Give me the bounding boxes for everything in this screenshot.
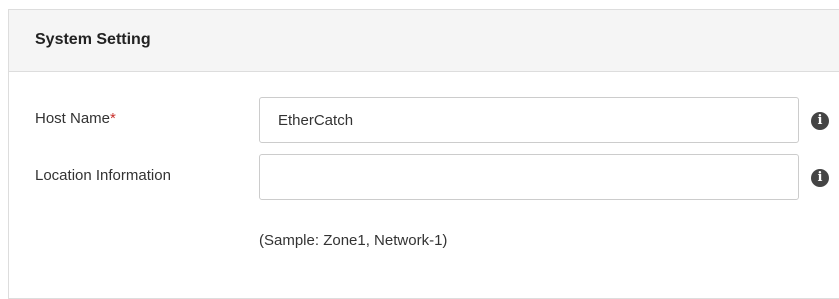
host-name-row: Host Name* i (9, 97, 839, 145)
host-name-label-text: Host Name (35, 110, 111, 127)
location-hint-text: (Sample: Zone1, Network-1) (259, 232, 448, 249)
required-marker: * (110, 110, 116, 127)
panel-header: System Setting (9, 10, 839, 72)
location-information-input[interactable] (259, 154, 799, 200)
host-name-label: Host Name* (35, 110, 116, 127)
location-information-label: Location Information (35, 167, 171, 184)
panel-title: System Setting (35, 30, 151, 48)
info-icon[interactable]: i (811, 169, 829, 187)
host-name-input[interactable] (259, 97, 799, 143)
system-setting-panel: System Setting Host Name* i Location Inf… (8, 9, 839, 299)
info-icon[interactable]: i (811, 112, 829, 130)
location-information-row: Location Information i (9, 154, 839, 202)
